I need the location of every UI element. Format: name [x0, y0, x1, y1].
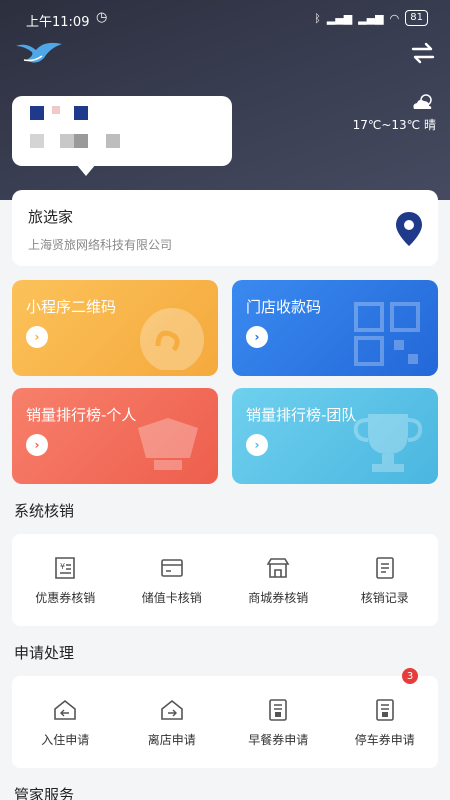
section-title-butler: 管家服务: [14, 786, 75, 800]
status-time: 上午11:09: [26, 15, 90, 30]
shop-icon: [266, 557, 290, 578]
weather-condition: 晴: [423, 118, 436, 132]
breakfast-ticket-icon: [269, 698, 288, 721]
verification-panel: ¥ 优惠券核销 储值卡核销 商城券核销 核销记录: [12, 534, 438, 626]
trophy-icon: [353, 414, 423, 472]
svg-text:¥: ¥: [60, 562, 65, 571]
avatar-pixel-block: [74, 106, 88, 120]
notification-badge: 3: [402, 668, 418, 684]
status-bar: 上午11:09 ◷ ᛒ ▂▄▆ ▂▄▆ ◠ 81: [0, 0, 450, 38]
weather-widget: 17℃~13℃ 晴: [353, 92, 436, 133]
checkin-application-button[interactable]: 入住申请: [12, 676, 119, 768]
tile-mini-program-qrcode[interactable]: 小程序二维码 ›: [12, 280, 218, 376]
shop-voucher-verification-button[interactable]: 商城券核销: [225, 534, 332, 626]
coupon-verification-button[interactable]: ¥ 优惠券核销: [12, 534, 119, 626]
user-info-card[interactable]: [12, 96, 232, 176]
tile-label: 销量排行榜-个人: [26, 406, 137, 424]
chevron-right-icon: ›: [26, 434, 48, 456]
store-card[interactable]: 旅选家 上海贤旅网络科技有限公司: [12, 190, 438, 266]
breakfast-ticket-application-button[interactable]: 早餐券申请: [225, 676, 332, 768]
medal-icon: [138, 418, 198, 470]
parking-ticket-icon: [375, 698, 394, 721]
tile-sales-ranking-team[interactable]: 销量排行榜-团队 ›: [232, 388, 438, 484]
verification-records-button[interactable]: 核销记录: [332, 534, 439, 626]
section-title-verification: 系统核销: [14, 502, 75, 520]
location-pin-icon[interactable]: [394, 210, 424, 248]
battery-indicator: 81: [405, 10, 428, 26]
signal-icon: ▂▄▆: [326, 11, 353, 25]
record-icon: [375, 556, 394, 579]
parking-ticket-application-button[interactable]: 3 停车券申请: [332, 668, 439, 768]
signal-icon-2: ▂▄▆: [358, 11, 384, 25]
avatar-pixel-block: [60, 134, 74, 148]
item-label: 入住申请: [41, 732, 90, 747]
chevron-right-icon: ›: [246, 434, 268, 456]
section-title-applications: 申请处理: [14, 644, 75, 662]
avatar-pixel-block: [106, 134, 120, 148]
bluetooth-icon: ᛒ: [314, 11, 321, 25]
applications-panel: 入住申请 离店申请 早餐券申请 3 停车券申请: [12, 668, 439, 768]
card-verification-button[interactable]: 储值卡核销: [119, 534, 226, 626]
avatar-pixel-block: [52, 106, 60, 114]
item-label: 停车券申请: [354, 732, 415, 747]
item-label: 核销记录: [360, 590, 409, 605]
tile-label: 门店收款码: [246, 298, 322, 316]
tile-label: 销量排行榜-团队: [246, 406, 357, 424]
wifi-icon: ◠: [389, 11, 400, 25]
coupon-icon: ¥: [55, 556, 76, 579]
avatar-pixel-block: [30, 106, 44, 120]
alarm-icon: ◷: [96, 10, 108, 25]
app-logo-icon: [16, 42, 62, 63]
tile-label: 小程序二维码: [26, 298, 117, 316]
partly-sunny-icon: [413, 94, 432, 109]
tile-store-payment-code[interactable]: 门店收款码 ›: [232, 280, 438, 376]
weather-temperature: 17℃~13℃: [352, 118, 421, 132]
store-name: 旅选家: [28, 208, 74, 226]
chevron-right-icon: ›: [246, 326, 268, 348]
qrcode-icon: [354, 302, 420, 366]
mini-program-icon: [140, 308, 204, 370]
tile-sales-ranking-personal[interactable]: 销量排行榜-个人 ›: [12, 388, 218, 484]
store-company: 上海贤旅网络科技有限公司: [28, 238, 173, 252]
weather-text: 17℃~13℃ 晴: [353, 116, 436, 133]
item-label: 储值卡核销: [141, 590, 202, 605]
checkin-icon: [54, 699, 77, 720]
chevron-right-icon: ›: [26, 326, 48, 348]
item-label: 商城券核销: [248, 590, 309, 605]
item-label: 离店申请: [147, 732, 196, 747]
checkout-icon: [160, 699, 183, 720]
avatar-pixel-block: [74, 134, 88, 148]
switch-icon[interactable]: [410, 42, 436, 64]
avatar-pixel-block: [30, 134, 44, 148]
checkout-application-button[interactable]: 离店申请: [119, 676, 226, 768]
item-label: 优惠券核销: [35, 590, 96, 605]
card-icon: [160, 558, 183, 577]
item-label: 早餐券申请: [248, 732, 309, 747]
status-icons: ᛒ ▂▄▆ ▂▄▆ ◠ 81: [314, 10, 428, 26]
